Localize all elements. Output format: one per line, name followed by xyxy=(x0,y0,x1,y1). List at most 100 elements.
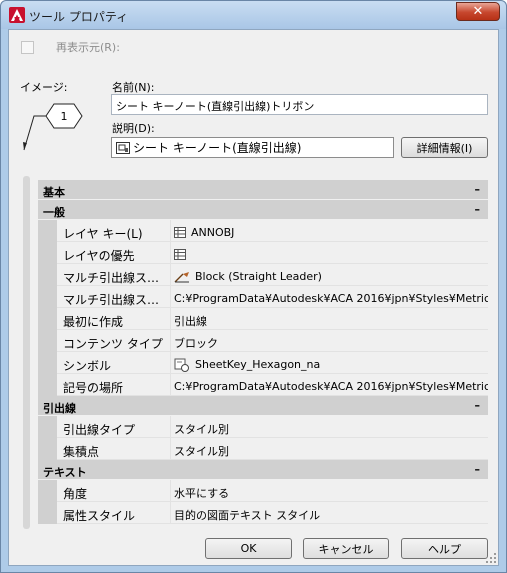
description-text: シート キーノート(直線引出線) xyxy=(133,141,302,155)
leader-style-icon xyxy=(174,272,189,283)
category-header[interactable]: テキスト – xyxy=(38,460,488,480)
category-header[interactable]: 一般 – xyxy=(38,200,488,220)
window-title: ツール プロパティ xyxy=(29,10,129,24)
help-button[interactable]: ヘルプ xyxy=(401,538,488,559)
category-header[interactable]: 基本 – xyxy=(38,180,488,200)
category-name: テキスト xyxy=(43,466,87,479)
property-value-text: C:¥ProgramData¥Autodesk¥ACA 2016¥jpn¥Sty… xyxy=(174,292,488,305)
ok-button[interactable]: OK xyxy=(205,538,292,559)
refresh-label: 再表示元(R): xyxy=(56,41,120,54)
category-header[interactable]: 引出線 – xyxy=(38,396,488,416)
property-value[interactable]: Block (Straight Leader) xyxy=(171,264,488,286)
property-value-text: ブロック xyxy=(174,336,218,350)
row-gutter xyxy=(38,502,57,524)
row-gutter xyxy=(38,308,57,330)
property-row[interactable]: マルチ引出線ス… Block (Straight Leader) xyxy=(38,264,488,286)
refresh-checkbox[interactable] xyxy=(21,40,34,54)
collapse-icon[interactable]: – xyxy=(475,399,481,412)
property-value[interactable]: 目的の図面テキスト スタイル xyxy=(171,502,488,524)
cancel-button[interactable]: キャンセル xyxy=(303,538,389,559)
property-value-text: 引出線 xyxy=(174,314,207,328)
property-value-text: SheetKey_Hexagon_na xyxy=(195,358,321,371)
property-name: 角度 xyxy=(57,480,171,502)
row-gutter xyxy=(38,242,57,264)
row-gutter xyxy=(38,264,57,286)
description-label: 説明(D): xyxy=(112,122,155,135)
property-value[interactable]: ブロック xyxy=(171,330,488,352)
close-button[interactable]: ✕ xyxy=(456,2,500,21)
category-name: 一般 xyxy=(43,206,65,219)
symbol-icon xyxy=(174,358,189,372)
property-value[interactable]: スタイル別 xyxy=(171,416,488,438)
property-value-text: C:¥ProgramData¥Autodesk¥ACA 2016¥jpn¥Sty… xyxy=(174,380,488,393)
dialog-body: 再表示元(R): イメージ: 1 名前(N): シート キーノート(直線引出線)… xyxy=(8,29,499,566)
property-value[interactable] xyxy=(171,242,488,264)
image-label: イメージ: xyxy=(20,81,68,94)
row-gutter xyxy=(38,416,57,438)
collapse-icon[interactable]: – xyxy=(475,183,481,196)
tool-palette-icon xyxy=(116,141,130,154)
tool-image-preview[interactable]: 1 xyxy=(21,102,91,154)
row-gutter xyxy=(38,352,57,374)
property-value-text: Block (Straight Leader) xyxy=(195,270,322,283)
property-value[interactable]: 引出線 xyxy=(171,308,488,330)
tool-properties-window: ツール プロパティ ✕ 再表示元(R): イメージ: 1 名前(N): シート … xyxy=(0,0,507,573)
property-name: 集積点 xyxy=(57,438,171,460)
row-gutter xyxy=(38,480,57,502)
preview-number: 1 xyxy=(61,110,68,123)
description-field[interactable]: シート キーノート(直線引出線) xyxy=(111,137,394,158)
property-row[interactable]: 角度 水平にする xyxy=(38,480,488,502)
property-name: 引出線タイプ xyxy=(57,416,171,438)
name-label: 名前(N): xyxy=(112,81,155,94)
property-value-text: ANNOBJ xyxy=(191,226,235,239)
property-row[interactable]: コンテンツ タイプ ブロック xyxy=(38,330,488,352)
property-row[interactable]: マルチ引出線ス… C:¥ProgramData¥Autodesk¥ACA 2016… xyxy=(38,286,488,308)
collapse-icon[interactable]: – xyxy=(475,463,481,476)
property-value[interactable]: スタイル別 xyxy=(171,438,488,460)
row-gutter xyxy=(38,374,57,396)
grid-icon xyxy=(174,249,186,260)
property-value-text: スタイル別 xyxy=(174,422,229,436)
property-name: マルチ引出線ス… xyxy=(57,286,171,308)
property-name: レイヤの優先 xyxy=(57,242,171,264)
property-name: 記号の場所 xyxy=(57,374,171,396)
category-name: 引出線 xyxy=(43,402,76,415)
property-value[interactable]: 水平にする xyxy=(171,480,488,502)
property-row[interactable]: レイヤ キー(L) ANNOBJ xyxy=(38,220,488,242)
autocad-app-icon xyxy=(9,7,25,23)
property-grid: 基本 – 一般 – レイヤ キー(L) ANNOBJ レイヤの優先 マルチ引出線ス… Block… xyxy=(38,180,488,524)
refresh-row: 再表示元(R): xyxy=(21,39,120,55)
property-name: レイヤ キー(L) xyxy=(57,220,171,242)
property-value-text: 目的の図面テキスト スタイル xyxy=(174,508,321,522)
property-value-text: 水平にする xyxy=(174,486,230,500)
close-icon: ✕ xyxy=(472,4,484,19)
property-row[interactable]: レイヤの優先 xyxy=(38,242,488,264)
property-value[interactable]: SheetKey_Hexagon_na xyxy=(171,352,488,374)
resize-grip-icon[interactable] xyxy=(485,552,497,564)
category-name: 基本 xyxy=(43,186,65,199)
name-input[interactable]: シート キーノート(直線引出線)トリボン xyxy=(111,94,488,115)
property-name: マルチ引出線ス… xyxy=(57,264,171,286)
property-name: 最初に作成 xyxy=(57,308,171,330)
property-row[interactable]: 引出線タイプ スタイル別 xyxy=(38,416,488,438)
property-row[interactable]: 最初に作成 引出線 xyxy=(38,308,488,330)
property-value[interactable]: ANNOBJ xyxy=(171,220,488,242)
property-row[interactable]: シンボル SheetKey_Hexagon_na xyxy=(38,352,488,374)
property-value-text: スタイル別 xyxy=(174,444,229,458)
title-bar[interactable]: ツール プロパティ ✕ xyxy=(1,1,506,29)
property-value[interactable]: C:¥ProgramData¥Autodesk¥ACA 2016¥jpn¥Sty… xyxy=(171,286,488,308)
collapse-icon[interactable]: – xyxy=(475,203,481,216)
property-name: 属性スタイル xyxy=(57,502,171,524)
row-gutter xyxy=(38,438,57,460)
row-gutter xyxy=(38,330,57,352)
detail-info-button[interactable]: 詳細情報(I) xyxy=(401,137,488,158)
grid-icon xyxy=(174,227,186,238)
property-name: シンボル xyxy=(57,352,171,374)
property-scrollbar[interactable] xyxy=(23,176,30,529)
row-gutter xyxy=(38,220,57,242)
row-gutter xyxy=(38,286,57,308)
property-row[interactable]: 属性スタイル 目的の図面テキスト スタイル xyxy=(38,502,488,524)
property-row[interactable]: 集積点 スタイル別 xyxy=(38,438,488,460)
property-value[interactable]: C:¥ProgramData¥Autodesk¥ACA 2016¥jpn¥Sty… xyxy=(171,374,488,396)
property-row[interactable]: 記号の場所 C:¥ProgramData¥Autodesk¥ACA 2016¥jp… xyxy=(38,374,488,396)
